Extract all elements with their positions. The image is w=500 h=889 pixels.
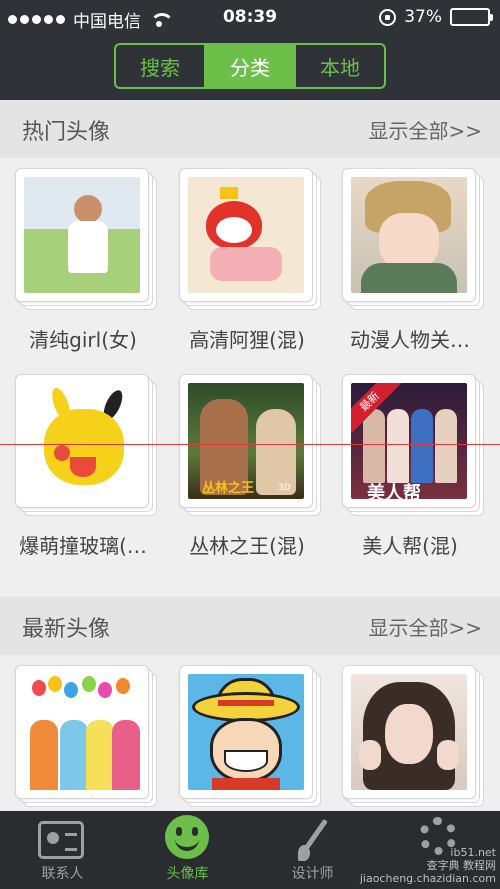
meirenbang-thumbnail: 最新 美人帮 — [351, 383, 467, 499]
smiley-icon — [165, 815, 209, 859]
new-section-header: 最新头像 显示全部>> — [0, 597, 500, 655]
segment-local[interactable]: 本地 — [294, 45, 384, 87]
anime-thumbnail — [351, 177, 467, 293]
bottom-tab-bar: 联系人 头像库 设计师 ib51.net 查字典 教程网 jiaocheng.c… — [0, 811, 500, 889]
card-label: 清纯girl(女) — [29, 328, 137, 352]
tab-label: 头像库 — [166, 866, 209, 882]
watermark-line-1: ib51.net — [450, 846, 496, 859]
watermark-line-3: jiaocheng.chazidian.com — [359, 872, 496, 885]
pikachu-thumbnail — [24, 383, 140, 499]
card-label: 美人帮(混) — [362, 534, 458, 558]
luffy-thumbnail — [188, 674, 304, 790]
watermark: ib51.net 查字典 教程网 jiaocheng.chazidian.com — [360, 846, 496, 885]
brush-icon — [296, 817, 332, 861]
tarzan-3d-text: 3D — [278, 483, 291, 493]
card-label: 丛林之王(混) — [189, 534, 305, 558]
segment-search[interactable]: 搜索 — [116, 45, 204, 87]
kids-thumbnail — [24, 674, 140, 790]
new-section-title: 最新头像 — [22, 617, 111, 642]
new-show-all-link[interactable]: 显示全部>> — [368, 612, 482, 641]
hot-section-header: 热门头像 显示全部>> — [0, 100, 500, 158]
segment-category[interactable]: 分类 — [204, 45, 294, 87]
status-bar: 中国电信 08:39 37% — [0, 0, 500, 36]
rotation-lock-icon — [379, 8, 397, 26]
top-header: 中国电信 08:39 37% 搜索 分类 本地 — [0, 0, 500, 100]
battery-icon — [450, 8, 493, 26]
tab-designer[interactable]: 设计师 — [250, 811, 375, 889]
tarzan-thumbnail: 丛林之王 3D — [188, 383, 304, 499]
status-right: 37% — [379, 7, 493, 27]
watermark-line-2: 查字典 教程网 — [426, 859, 497, 872]
twintail-thumbnail — [351, 674, 467, 790]
segmented-control: 搜索 分类 本地 — [114, 43, 386, 89]
card-label: 动漫人物关… — [350, 328, 470, 352]
tarzan-logo-text: 丛林之王 — [202, 481, 255, 496]
tab-avatar-library[interactable]: 头像库 — [125, 811, 250, 889]
meirenbang-title-text: 美人帮 — [367, 483, 421, 499]
girl-thumbnail — [24, 177, 140, 293]
battery-percent: 37% — [404, 7, 442, 27]
hot-section-title: 热门头像 — [22, 120, 111, 145]
tab-label: 设计师 — [291, 866, 334, 882]
contact-card-icon — [38, 821, 84, 859]
card-label: 高清阿狸(混) — [189, 328, 305, 352]
card-label: 爆萌撞玻璃(… — [19, 534, 147, 558]
tab-label: 联系人 — [41, 866, 84, 882]
hot-show-all-link[interactable]: 显示全部>> — [368, 115, 482, 144]
fox-thumbnail — [188, 177, 304, 293]
red-guide-line — [0, 444, 500, 445]
tab-contacts[interactable]: 联系人 — [0, 811, 125, 889]
